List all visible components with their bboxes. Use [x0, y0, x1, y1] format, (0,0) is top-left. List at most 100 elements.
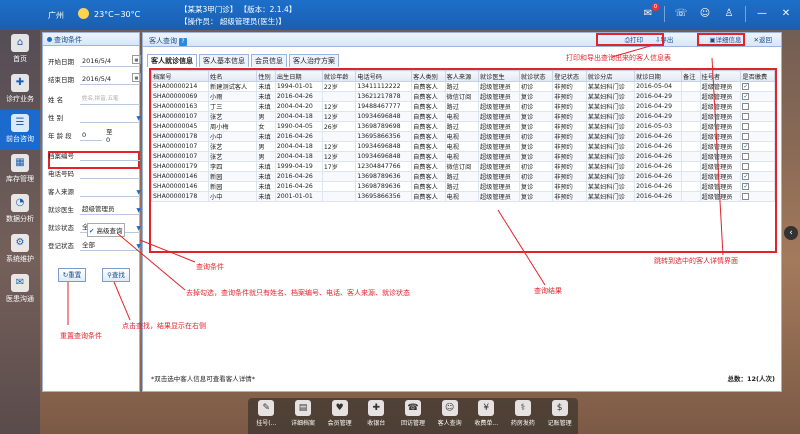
phone-input[interactable] — [80, 168, 140, 179]
message-icon[interactable]: ✉ 0 — [640, 3, 659, 22]
table-row[interactable]: SHA00000045 周小梅女 1990-04-05 26岁 13698789698 自… — [151, 121, 775, 132]
column-header[interactable]: 是否缴费 — [740, 70, 775, 82]
tab-basic-info[interactable]: 客人基本信息 — [199, 54, 249, 67]
table-cell: 路过 — [444, 101, 479, 112]
gender-select[interactable]: ▼ — [80, 112, 141, 123]
paid-checkbox[interactable] — [742, 152, 750, 160]
shirt-icon[interactable]: ♙ — [721, 6, 737, 22]
reg-status-select[interactable]: 全部 ▼ — [80, 240, 141, 251]
table-cell: 超级管理员 — [477, 121, 520, 132]
paid-checkbox[interactable]: ✓ — [742, 172, 750, 180]
tab-member-info[interactable]: 会员信息 — [251, 54, 287, 67]
table-cell: 未填 — [256, 181, 276, 192]
paid-checkbox[interactable]: ✓ — [742, 182, 750, 190]
phone-icon[interactable]: ☏ — [673, 6, 689, 22]
column-header[interactable]: 性别 — [256, 70, 276, 82]
nav-home[interactable]: ⌂ 首页 — [0, 30, 40, 70]
task-pharmacy[interactable]: ⚕ 药房发药 — [508, 400, 538, 434]
table-row[interactable]: SHA00000178 小中 未填 2001-01-01 13695866356 自费客人… — [151, 191, 775, 202]
column-header[interactable]: 备注 — [681, 70, 701, 82]
task-followup[interactable]: ☎ 回访管理 — [398, 400, 428, 434]
nav-system[interactable]: ⚙ 系统维护 — [0, 230, 40, 270]
task-accounting[interactable]: $ 记账管理 — [545, 400, 575, 434]
task-file[interactable]: ▤ 详细档案 — [288, 400, 318, 434]
task-member[interactable]: ♥ 会员管理 — [325, 400, 355, 434]
table-cell — [681, 91, 701, 102]
back-button[interactable]: ✕返回 — [749, 34, 777, 45]
table-row[interactable]: SHA00000214 新建测试客人 未填 1994-01-01 22岁 13411112… — [151, 81, 775, 92]
table-cell: 某某妇科门诊 — [585, 131, 636, 142]
task-customer-query[interactable]: ☺ 客人查询 — [435, 400, 465, 434]
task-cashier[interactable]: ✚ 收银台 — [361, 400, 391, 434]
table-row[interactable]: SHA00000069 小雨 未填 2016-04-26 13621217878 自费客人… — [151, 91, 775, 102]
tab-treatment-plan[interactable]: 客人治疗方案 — [289, 54, 339, 67]
source-select[interactable]: ▼ — [80, 186, 141, 197]
column-header[interactable]: 电话号码 — [355, 70, 413, 82]
advanced-query-checkbox[interactable]: ✔ 高级查询 — [87, 223, 125, 237]
nav-inventory[interactable]: ▦ 库存管理 — [0, 150, 40, 190]
column-header[interactable]: 挂号者 — [699, 70, 742, 82]
table-cell — [740, 121, 775, 132]
column-header[interactable]: 就诊日期 — [634, 70, 683, 82]
column-header[interactable]: 出生日期 — [274, 70, 323, 82]
table-row[interactable]: SHA00000107 张艺男 2004-04-18 12岁 10934696848 自费… — [151, 141, 775, 152]
column-header[interactable]: 就诊分店 — [585, 70, 636, 82]
task-register[interactable]: ✎ 挂号(... — [251, 400, 281, 434]
name-input[interactable]: 姓名,拼音,五笔 — [80, 94, 140, 105]
paid-checkbox[interactable]: ✓ — [742, 82, 750, 90]
column-header[interactable]: 客人类别 — [411, 70, 446, 82]
paid-checkbox[interactable]: ✓ — [742, 142, 750, 150]
table-row[interactable]: SHA00000146 新园 未填 2016-04-26 13698789636 自费客人… — [151, 171, 775, 182]
task-charge[interactable]: ¥ 收费单... — [471, 400, 501, 434]
nav-analytics[interactable]: ◔ 数据分析 — [0, 190, 40, 230]
column-header[interactable]: 档案号 — [151, 70, 210, 82]
table-row[interactable]: SHA00000163 丁三 未填 2004-04-20 12岁 19488467777 自… — [151, 101, 775, 112]
nav-clinical[interactable]: ✚ 诊疗业务 — [0, 70, 40, 110]
table-row[interactable]: SHA00000179 李四 未填 1999-04-19 17岁 12304847766 自… — [151, 161, 775, 172]
nav-communication[interactable]: ✉ 医患沟通 — [0, 270, 40, 310]
nav-front-desk[interactable]: ☰ 前台咨询 — [0, 110, 40, 150]
minimize-icon[interactable]: — — [754, 6, 770, 22]
calendar-icon[interactable]: ▦ — [132, 73, 141, 82]
tab-visit-info[interactable]: 客人就诊信息 — [147, 54, 197, 67]
table-cell: 路过 — [444, 171, 479, 182]
table-row[interactable]: SHA00000146 新园 未填 2016-04-26 13698789636 自费客人… — [151, 181, 775, 192]
column-header[interactable]: 客人来源 — [444, 70, 479, 82]
help-icon[interactable]: ? — [179, 38, 187, 46]
file-no-input[interactable] — [80, 150, 140, 161]
paid-checkbox[interactable] — [742, 102, 750, 110]
table-cell: SHA00000214 — [151, 81, 210, 92]
table-cell: 小雨 — [208, 91, 258, 102]
paid-checkbox[interactable] — [742, 192, 750, 200]
paid-checkbox[interactable] — [742, 112, 750, 120]
calendar-icon[interactable]: ▦ — [132, 55, 141, 64]
close-icon[interactable]: ✕ — [778, 6, 794, 22]
search-button[interactable]: ⚲查找 — [102, 268, 130, 282]
column-header[interactable]: 姓名 — [208, 70, 258, 82]
table-cell: 张艺 — [208, 111, 258, 122]
doctor-select[interactable]: 超级管理员 ▼ — [80, 204, 141, 215]
paid-checkbox[interactable]: ✓ — [742, 92, 750, 100]
reset-button[interactable]: ↻重置 — [58, 268, 86, 282]
column-header[interactable]: 就诊医生 — [477, 70, 520, 82]
column-header[interactable]: 登记状态 — [552, 70, 587, 82]
paid-checkbox[interactable] — [742, 122, 750, 130]
column-header[interactable]: 就诊年龄 — [321, 70, 357, 82]
start-date-input[interactable]: 2016/5/4 — [80, 56, 140, 67]
paid-checkbox[interactable] — [742, 162, 750, 170]
end-date-input[interactable]: 2016/5/4 — [80, 74, 140, 85]
file-no-row: 档案编号 — [48, 149, 140, 161]
collapse-arrow-icon[interactable]: ‹ — [784, 226, 798, 240]
table-cell: 某某妇科门诊 — [585, 161, 636, 172]
table-cell: 超级管理员 — [699, 191, 742, 202]
paid-checkbox[interactable] — [742, 132, 750, 140]
table-row[interactable]: SHA00000107 张艺男 2004-04-18 12岁 10934696848 自费… — [151, 151, 775, 162]
table-row[interactable]: SHA00000107 张艺男 2004-04-18 12岁 10934696848 自费… — [151, 111, 775, 122]
table-cell: 13698789636 — [355, 171, 413, 182]
table-cell — [681, 161, 701, 172]
age-from-input[interactable]: 0 — [80, 130, 102, 141]
user-icon[interactable]: ☺ — [697, 6, 713, 22]
phone-icon: ☎ — [404, 400, 421, 416]
table-row[interactable]: SHA00000178 小中 未填 2016-04-26 13695866356 自费客人… — [151, 131, 775, 142]
column-header[interactable]: 就诊状态 — [518, 70, 554, 82]
